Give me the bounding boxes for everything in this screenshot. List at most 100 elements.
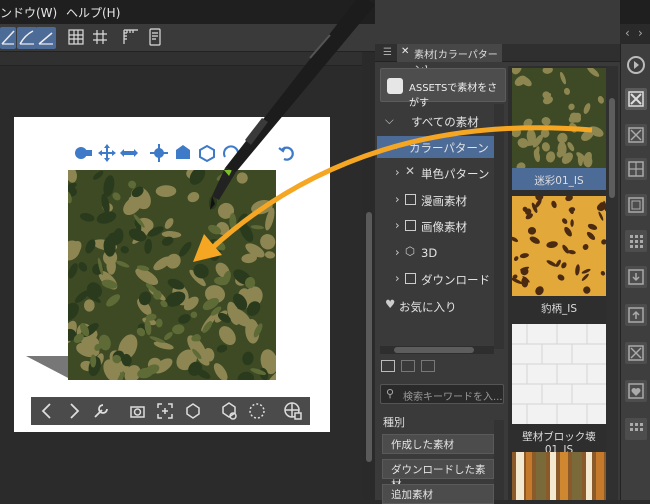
tree-item-label: ダウンロード: [421, 273, 490, 287]
material-tab[interactable]: ✕ 素材[カラーパターン]: [397, 44, 502, 76]
manga-icon: [405, 194, 416, 205]
expand-chevron-icon[interactable]: ›: [395, 165, 400, 179]
tree-item-favorite[interactable]: ♥ お気に入り: [377, 295, 497, 317]
material-favorite-icon[interactable]: [625, 380, 647, 402]
collapse-arrow-icon[interactable]: ‹: [625, 26, 630, 40]
hash-grid-icon[interactable]: [90, 27, 110, 49]
globe-icon[interactable]: [283, 401, 303, 421]
search-placeholder: 検索キーワードを入...: [403, 392, 503, 403]
camera-angle-icon[interactable]: [128, 401, 148, 421]
menu-window[interactable]: ンドウ(W): [0, 4, 57, 21]
tag-added[interactable]: 追加素材: [382, 484, 494, 504]
tab-close-icon[interactable]: ✕: [401, 46, 409, 57]
assets-search-button[interactable]: ASSETSで素材をさがす: [380, 68, 506, 109]
mono-pattern-icon: ✕: [405, 164, 416, 178]
scroll-thumb[interactable]: [394, 347, 474, 353]
rotate-arrow-icon[interactable]: [220, 142, 242, 164]
tree-item-label: 漫画素材: [421, 194, 467, 208]
thumb-wall-label[interactable]: 壁材ブロック壊01_IS: [512, 424, 606, 456]
wrench-icon[interactable]: [91, 401, 111, 421]
thumb-wall[interactable]: [512, 324, 606, 424]
tree-item-all[interactable]: ⌵ すべての素材: [377, 110, 497, 132]
menu-bar: ンドウ(W) ヘルプ(H): [0, 0, 375, 24]
object-manipulator: [72, 142, 298, 166]
thumb-stripes[interactable]: [512, 452, 606, 500]
grid-dots-icon: [397, 116, 409, 128]
material-tree: ⌵ すべての素材 › カラーパターン › ✕ 単色パターン › 漫画素材 › 画像素材 › ⬡…: [377, 104, 497, 344]
pen-stroke-c-icon[interactable]: [36, 27, 56, 49]
material-color-icon[interactable]: [625, 88, 647, 110]
tree-item-3d[interactable]: › ⬡ 3D: [377, 242, 497, 264]
tag-downloaded[interactable]: ダウンロードした素材: [382, 459, 494, 491]
search-input[interactable]: ⚲ 検索キーワードを入...: [380, 384, 504, 404]
material-image-icon[interactable]: [625, 194, 647, 216]
next-arrow-icon[interactable]: [64, 401, 84, 421]
navigator-icon[interactable]: [625, 54, 647, 76]
grid-icon[interactable]: [66, 27, 86, 49]
camo-pattern-tile[interactable]: [68, 170, 276, 380]
reset-icon[interactable]: [276, 142, 298, 164]
material-download-icon[interactable]: [625, 266, 647, 288]
move-cross-icon[interactable]: [96, 142, 118, 164]
download-icon: [405, 273, 416, 284]
expand-chevron-icon[interactable]: ⌵: [385, 113, 394, 128]
thumbnail-scrollbar[interactable]: [606, 66, 618, 500]
thumb-camo-label[interactable]: 迷彩01_IS: [512, 168, 606, 190]
material-upload-icon[interactable]: [625, 304, 647, 326]
canvas-scrollbar[interactable]: [363, 52, 375, 500]
canvas-tab-strip: [0, 52, 362, 66]
expand-chevron-icon[interactable]: ›: [395, 139, 400, 153]
camera-rotate-icon[interactable]: [72, 142, 94, 164]
move-3d-icon[interactable]: [148, 142, 170, 164]
ruler-icon[interactable]: [121, 27, 141, 49]
material-list-icon[interactable]: [625, 418, 647, 440]
ground-icon[interactable]: [183, 401, 203, 421]
folder-icon[interactable]: [401, 360, 415, 372]
thumb-leopard-label[interactable]: 豹柄_IS: [512, 296, 606, 318]
tag-created[interactable]: 作成した素材: [382, 434, 494, 454]
thumb-camo[interactable]: [512, 68, 606, 168]
dock-header: ‹ ›: [620, 24, 650, 44]
tree-item-label: 単色パターン: [421, 167, 490, 181]
tag-scrollbar[interactable]: [494, 420, 504, 500]
scrollbar-thumb[interactable]: [366, 212, 372, 462]
fit-frame-icon[interactable]: [155, 401, 175, 421]
scroll-thumb[interactable]: [609, 98, 615, 198]
search-icon: ⚲: [386, 387, 395, 400]
thumb-leopard[interactable]: [512, 196, 606, 296]
rotate-object-icon[interactable]: [196, 142, 218, 164]
move-horizontal-icon[interactable]: [118, 142, 140, 164]
pen-stroke-a-icon[interactable]: [0, 27, 16, 49]
material-mono2-icon[interactable]: [625, 342, 647, 364]
menu-help[interactable]: ヘルプ(H): [66, 4, 120, 21]
material-mono-icon[interactable]: [625, 124, 647, 146]
new-folder-icon[interactable]: [381, 360, 395, 372]
prev-arrow-icon[interactable]: [37, 401, 57, 421]
pen-stroke-b-icon[interactable]: [17, 27, 37, 49]
shadow-shape: [26, 356, 72, 380]
expand-chevron-icon[interactable]: ›: [395, 245, 400, 259]
tree-item-image[interactable]: › 画像素材: [377, 215, 497, 237]
expand-chevron-icon[interactable]: ›: [395, 271, 400, 285]
panel-toolbar: [377, 358, 507, 378]
tree-item-mono-pattern[interactable]: › ✕ 単色パターン: [377, 162, 497, 184]
panel-menu-icon[interactable]: ☰: [383, 47, 392, 58]
tree-hscroll[interactable]: [380, 346, 494, 354]
tree-item-label: カラーパターン: [409, 141, 489, 155]
device-icon[interactable]: [145, 27, 165, 49]
expand-chevron-icon[interactable]: ›: [395, 218, 400, 232]
expand-chevron-icon[interactable]: ›: [395, 192, 400, 206]
expand-arrow-icon[interactable]: ›: [638, 26, 643, 40]
tree-vscroll[interactable]: [494, 104, 504, 349]
tree-item-manga[interactable]: › 漫画素材: [377, 189, 497, 211]
folder-edit-icon[interactable]: [421, 360, 435, 372]
tree-item-download[interactable]: › ダウンロード: [377, 268, 497, 290]
material-grid-icon[interactable]: [625, 230, 647, 252]
pattern-blob: [84, 299, 95, 312]
camera-icon[interactable]: [172, 142, 194, 164]
rotate-dashed-icon[interactable]: [247, 401, 267, 421]
material-thumbnails: 迷彩01_IS 豹柄_IS 壁材ブロック壊01_IS: [508, 66, 608, 500]
material-manga-icon[interactable]: [625, 158, 647, 180]
tree-item-color-pattern[interactable]: › カラーパターン: [377, 136, 497, 158]
object-settings-icon[interactable]: [219, 401, 239, 421]
